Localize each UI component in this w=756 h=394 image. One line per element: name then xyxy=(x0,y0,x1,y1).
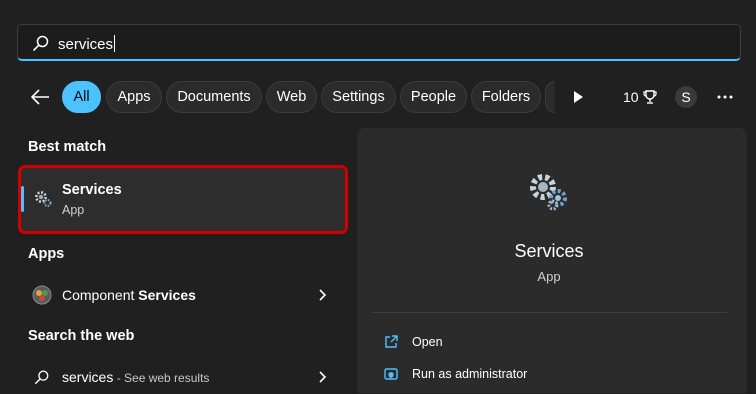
web-result-query: services xyxy=(62,369,114,385)
search-icon xyxy=(33,35,49,51)
tab-overflow[interactable] xyxy=(545,81,555,113)
tab-web-label: Web xyxy=(276,89,307,105)
action-open[interactable]: Open xyxy=(372,331,727,355)
detail-divider xyxy=(372,312,727,313)
tab-all-label: All xyxy=(73,89,90,105)
best-match-title: Services xyxy=(62,182,122,198)
tab-people-label: People xyxy=(410,89,457,105)
web-result-services[interactable]: services - See web results xyxy=(20,360,342,394)
rewards-points[interactable]: 10 xyxy=(623,89,657,105)
app-result-component-services[interactable]: Component Services xyxy=(20,278,342,312)
detail-panel: Services App Open Run as administrator xyxy=(357,128,747,393)
web-result-suffix: - See web results xyxy=(113,371,210,385)
tab-folders[interactable]: Folders xyxy=(471,81,541,113)
app-result-label-match: Services xyxy=(138,287,196,303)
open-external-icon xyxy=(385,335,398,348)
detail-subtitle: App xyxy=(537,269,561,284)
tab-settings[interactable]: Settings xyxy=(321,81,396,113)
search-input[interactable]: services xyxy=(58,35,116,53)
trophy-icon xyxy=(642,90,657,104)
web-result-label: services - See web results xyxy=(62,369,209,385)
avatar-initial: S xyxy=(681,89,691,105)
best-match-item[interactable]: Services App xyxy=(18,165,348,234)
more-options-icon[interactable] xyxy=(717,95,733,99)
admin-shield-icon xyxy=(384,368,398,380)
chevron-right-icon[interactable] xyxy=(318,371,326,383)
text-caret xyxy=(114,35,116,52)
back-arrow-icon[interactable] xyxy=(28,86,52,108)
tab-all[interactable]: All xyxy=(62,81,101,113)
tab-apps-label: Apps xyxy=(117,89,151,105)
app-result-label-prefix: Component xyxy=(62,287,139,303)
selection-indicator xyxy=(21,186,24,212)
tab-settings-label: Settings xyxy=(332,89,385,105)
tab-apps[interactable]: Apps xyxy=(106,81,162,113)
services-gear-icon xyxy=(35,191,52,207)
detail-title: Services xyxy=(514,241,584,261)
component-services-icon xyxy=(32,285,52,305)
chevron-right-icon[interactable] xyxy=(318,289,326,301)
web-search-icon xyxy=(35,370,49,384)
tab-people[interactable]: People xyxy=(400,81,467,113)
play-icon[interactable] xyxy=(571,89,585,105)
tab-documents[interactable]: Documents xyxy=(166,81,262,113)
search-bar[interactable]: services xyxy=(17,24,741,61)
search-web-heading: Search the web xyxy=(28,328,135,344)
avatar[interactable]: S xyxy=(675,86,697,108)
apps-heading: Apps xyxy=(28,246,65,262)
search-query: services xyxy=(58,36,114,53)
best-match-heading: Best match xyxy=(28,139,107,155)
points-count: 10 xyxy=(623,89,639,105)
action-run-as-admin[interactable]: Run as administrator xyxy=(372,363,727,387)
action-open-label: Open xyxy=(412,335,443,349)
tab-web[interactable]: Web xyxy=(266,81,317,113)
tab-folders-label: Folders xyxy=(481,89,531,105)
app-result-label: Component Services xyxy=(62,287,196,303)
services-gear-large-icon xyxy=(530,174,567,211)
tab-documents-label: Documents xyxy=(177,89,251,105)
best-match-subtitle: App xyxy=(62,203,85,217)
action-run-as-admin-label: Run as administrator xyxy=(412,367,528,381)
